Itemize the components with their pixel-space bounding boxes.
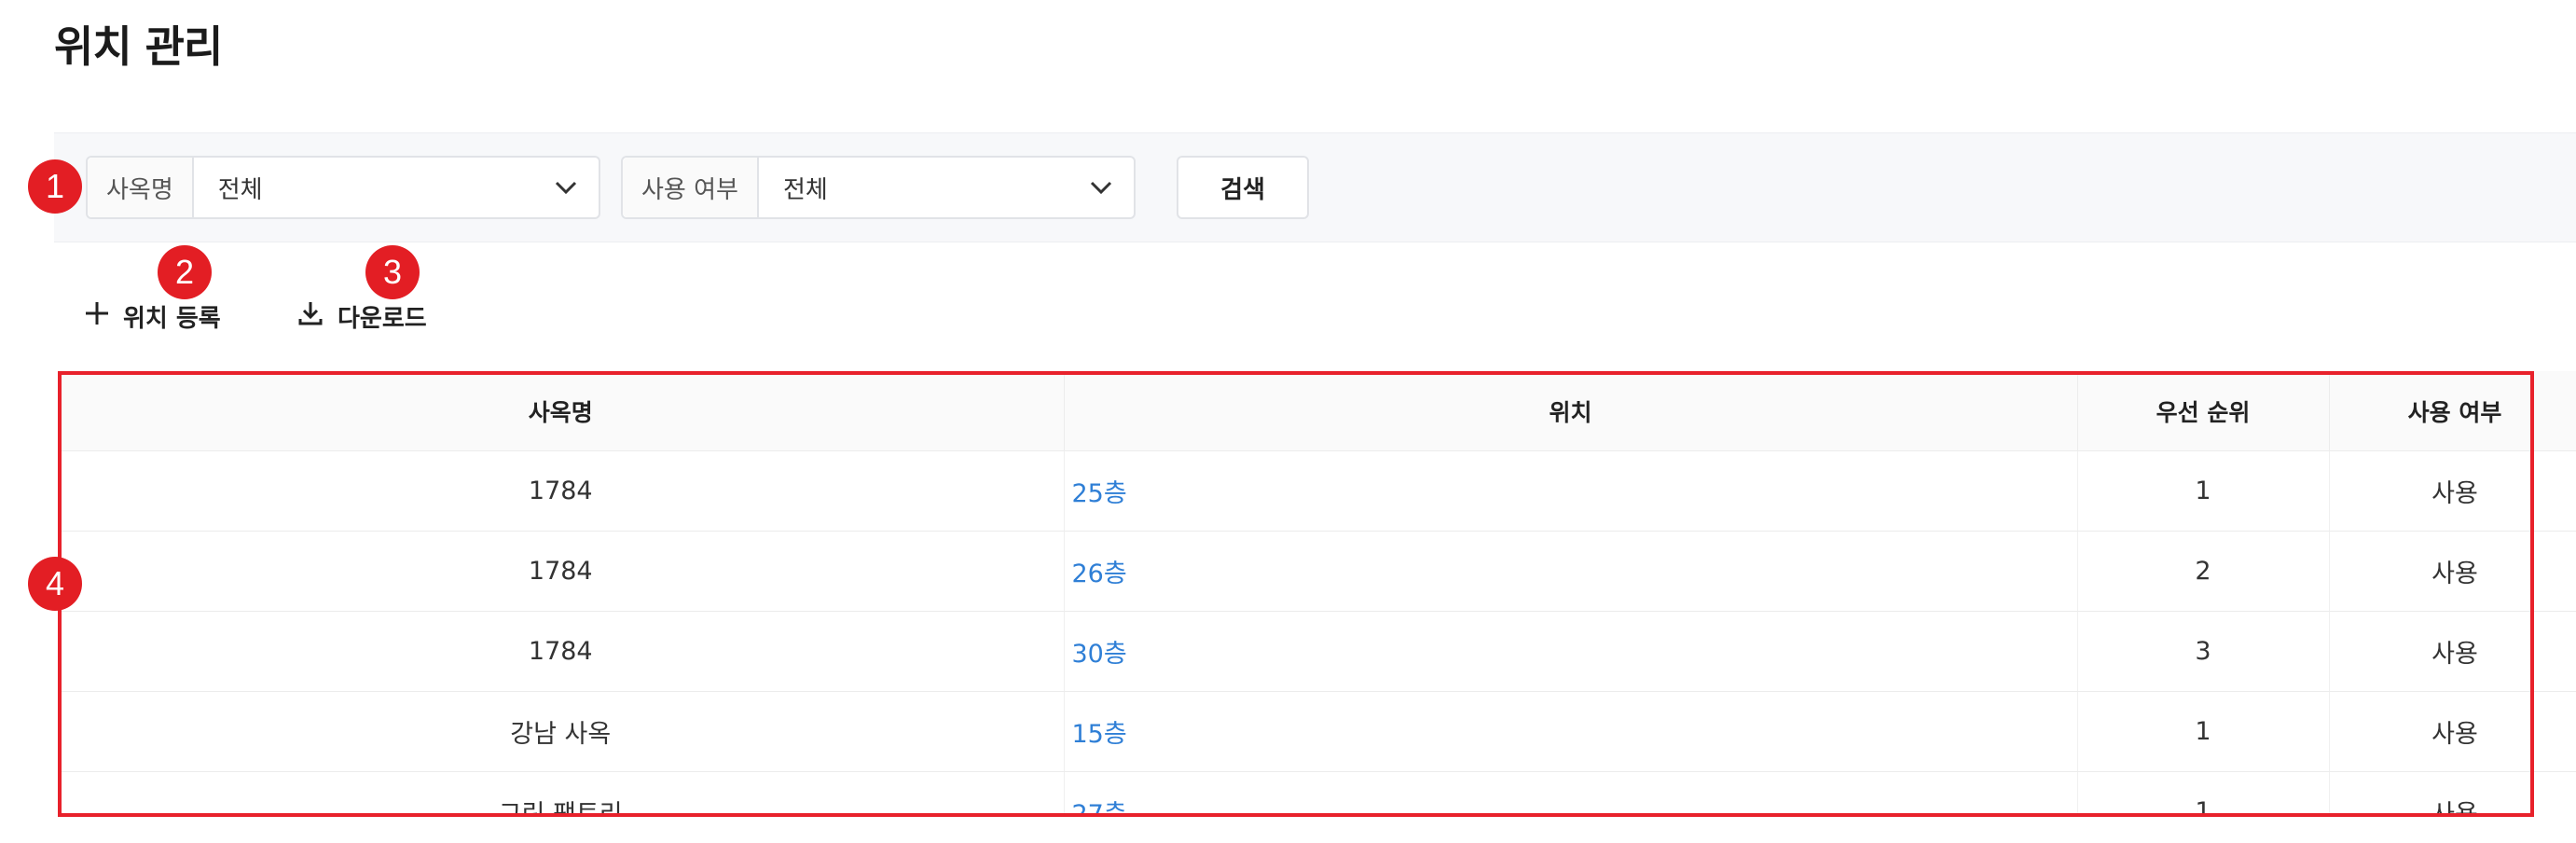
table-row[interactable]: 강남 사옥 15층 1 사용	[58, 691, 2576, 772]
table-row[interactable]: 1784 26층 2 사용	[58, 531, 2576, 612]
location-table: 사옥명 위치 우선 순위 사용 여부 1784 25층 1 사용 1784 26…	[58, 371, 2576, 817]
table-row[interactable]: 1784 25층 1 사용	[58, 450, 2576, 532]
table-row[interactable]: 1784 30층 3 사용	[58, 611, 2576, 692]
usage-select[interactable]: 전체	[759, 158, 1134, 217]
office-filter-label: 사옥명	[88, 158, 194, 217]
column-header-priority[interactable]: 우선 순위	[2077, 371, 2330, 451]
page-title: 위치 관리	[54, 21, 223, 72]
office-cell: 강남 사옥	[58, 691, 1065, 772]
location-link[interactable]: 26층	[1064, 531, 2078, 612]
download-button[interactable]: 다운로드	[296, 295, 427, 338]
location-link[interactable]: 25층	[1064, 450, 2078, 532]
usage-filter[interactable]: 사용 여부 전체	[621, 156, 1136, 219]
column-header-usage[interactable]: 사용 여부	[2329, 371, 2576, 451]
priority-cell: 1	[2077, 691, 2330, 772]
usage-cell: 사용	[2329, 611, 2576, 692]
table-header-row: 사옥명 위치 우선 순위 사용 여부	[58, 371, 2576, 451]
chevron-down-icon	[554, 180, 578, 195]
register-location-button[interactable]: 위치 등록	[84, 295, 221, 338]
location-link[interactable]: 15층	[1064, 691, 2078, 772]
table-row[interactable]: 그린 팩토리 27층 1 사용	[58, 771, 2576, 817]
office-cell: 1784	[58, 611, 1065, 692]
chevron-down-icon	[1089, 180, 1113, 195]
office-select-value: 전체	[217, 175, 263, 204]
usage-cell: 사용	[2329, 691, 2576, 772]
plus-icon	[84, 300, 110, 333]
usage-select-value: 전체	[782, 175, 828, 204]
column-header-office[interactable]: 사옥명	[58, 371, 1065, 451]
annotation-marker-1: 1	[28, 159, 82, 214]
usage-filter-label: 사용 여부	[623, 158, 759, 217]
usage-cell: 사용	[2329, 450, 2576, 532]
register-location-label: 위치 등록	[123, 304, 221, 333]
location-link[interactable]: 30층	[1064, 611, 2078, 692]
filter-bar: 사옥명 전체 사용 여부 전체 검색	[54, 132, 2576, 242]
download-label: 다운로드	[337, 304, 427, 333]
location-link[interactable]: 27층	[1064, 771, 2078, 817]
column-header-location[interactable]: 위치	[1064, 371, 2078, 451]
priority-cell: 2	[2077, 531, 2330, 612]
download-icon	[296, 299, 324, 334]
office-cell: 1784	[58, 450, 1065, 532]
office-filter[interactable]: 사옥명 전체	[86, 156, 600, 219]
annotation-marker-3: 3	[365, 245, 420, 299]
priority-cell: 1	[2077, 450, 2330, 532]
priority-cell: 3	[2077, 611, 2330, 692]
annotation-marker-2: 2	[158, 245, 212, 299]
office-cell: 1784	[58, 531, 1065, 612]
priority-cell: 1	[2077, 771, 2330, 817]
usage-cell: 사용	[2329, 531, 2576, 612]
office-select[interactable]: 전체	[194, 158, 599, 217]
office-cell: 그린 팩토리	[58, 771, 1065, 817]
search-button[interactable]: 검색	[1177, 156, 1309, 219]
usage-cell: 사용	[2329, 771, 2576, 817]
annotation-marker-4: 4	[28, 557, 82, 611]
